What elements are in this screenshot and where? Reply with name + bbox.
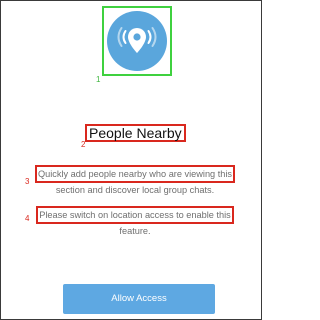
location-icon-container: [102, 6, 172, 76]
location-permission-note: Please switch on location access to enab…: [31, 206, 239, 238]
feature-description-line2: section and discover local group chats.: [55, 185, 215, 195]
location-permission-note-line2: feature.: [119, 226, 151, 236]
location-permission-note-line1: Please switch on location access to enab…: [36, 206, 234, 224]
page-title: People Nearby: [85, 124, 186, 142]
annotation-index-1: 1: [96, 75, 101, 84]
location-pin-icon: [107, 11, 167, 71]
feature-description-line1: Quickly add people nearby who are viewin…: [34, 165, 236, 183]
feature-description: Quickly add people nearby who are viewin…: [31, 165, 239, 197]
annotation-index-4: 4: [25, 214, 30, 223]
annotation-index-2: 2: [81, 140, 86, 149]
annotation-index-3: 3: [25, 177, 30, 186]
allow-access-button[interactable]: Allow Access: [63, 284, 215, 314]
people-nearby-screen: 1 People Nearby 2 Quickly add people nea…: [0, 0, 262, 320]
